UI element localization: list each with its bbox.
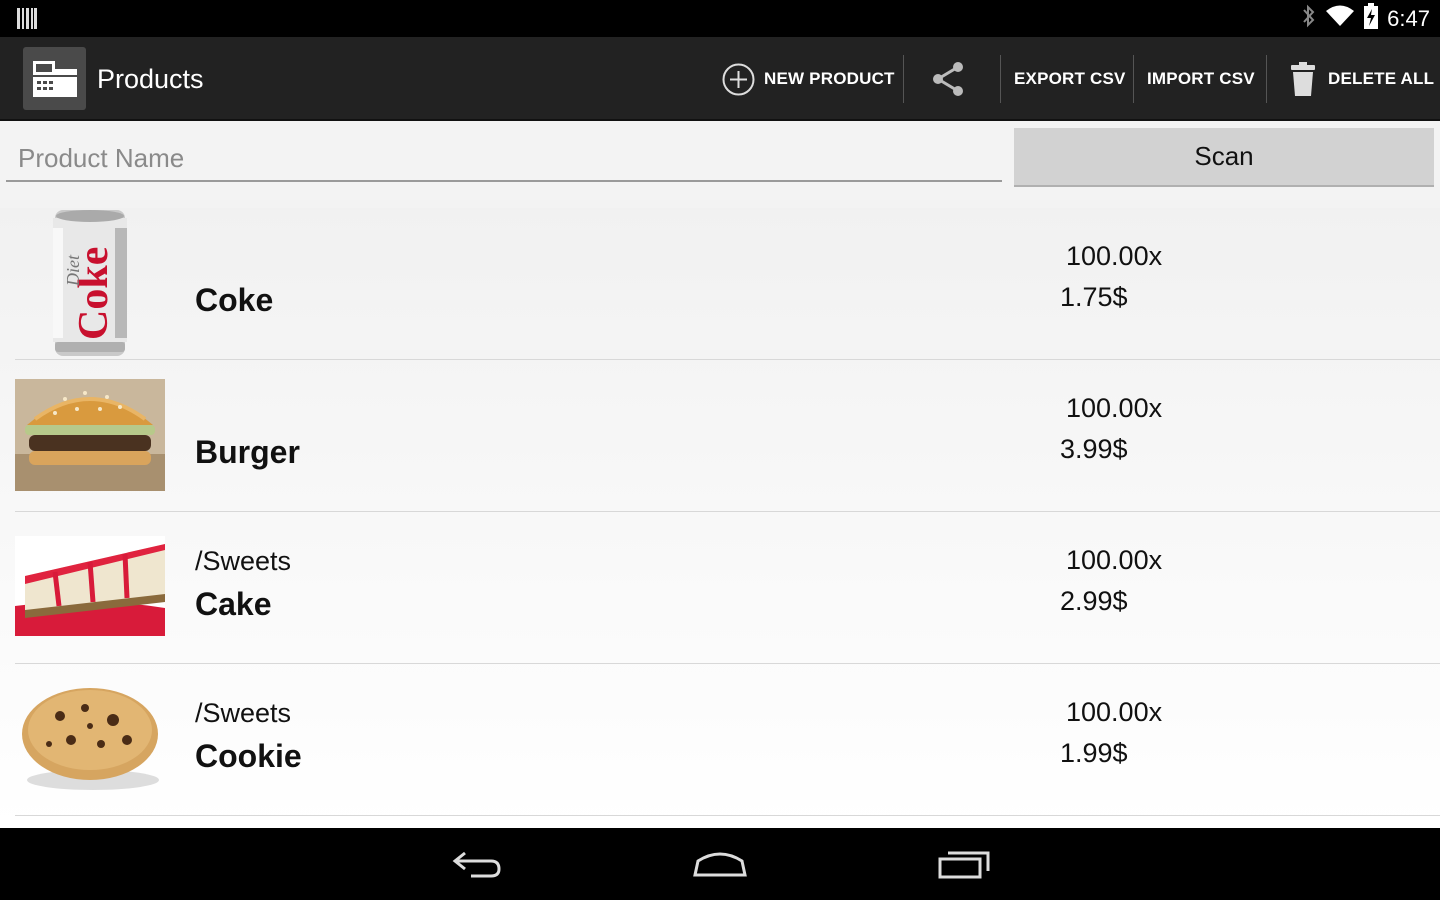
divider [1000,55,1001,103]
import-csv-label: IMPORT CSV [1147,69,1255,88]
action-bar: Products NEW PRODUCT EXPORT CSV IMPORT C… [0,37,1440,121]
product-price: 3.99$ [1060,434,1128,464]
new-product-button[interactable]: NEW PRODUCT [722,37,895,121]
product-quantity: 100.00x [1066,393,1163,423]
product-name: Cake [195,586,272,622]
product-row[interactable]: /Sweets Cookie 100.00x 1.99$ [15,664,1440,816]
trash-icon [1290,62,1316,96]
barcode-notification-icon [17,8,37,34]
delete-all-button[interactable]: DELETE ALL [1290,37,1434,121]
navigation-bar [0,828,1440,900]
product-row[interactable]: /Sweets Cake 100.00x 2.99$ [15,512,1440,664]
divider [1133,55,1134,103]
home-icon[interactable] [680,842,760,886]
bluetooth-icon [1301,4,1317,33]
product-quantity: 100.00x [1066,545,1163,575]
product-name-search-input[interactable] [6,136,1002,182]
divider [1266,55,1267,103]
product-image-coke: Coke Diet [15,208,165,358]
share-button[interactable] [930,37,966,121]
product-name: Cookie [195,738,302,774]
share-icon [930,61,966,97]
import-csv-button[interactable]: IMPORT CSV [1147,37,1255,121]
product-category: /Sweets [195,698,292,728]
scan-button[interactable]: Scan [1014,128,1434,187]
product-name: Burger [195,434,300,470]
back-icon[interactable] [437,842,517,886]
page-title: Products [97,64,204,94]
recent-apps-icon[interactable] [924,842,1004,886]
product-category: /Sweets [195,546,292,576]
diet-coke-logo-diet: Diet [63,254,83,287]
export-csv-label: EXPORT CSV [1014,69,1126,88]
new-product-label: NEW PRODUCT [764,69,895,88]
product-row[interactable]: Burger 100.00x 3.99$ [15,360,1440,512]
product-price: 2.99$ [1060,586,1128,616]
product-price: 1.75$ [1060,282,1128,312]
status-time: 6:47 [1387,5,1430,31]
status-bar: 6:47 [0,0,1440,37]
product-image-burger [15,379,165,491]
add-circle-icon [722,63,755,96]
product-image-cookie [15,684,165,794]
delete-all-label: DELETE ALL [1328,69,1435,88]
app-logo-icon[interactable] [23,47,86,110]
product-list[interactable]: Coke Diet Coke 100.00x 1.75$ Burger 100.… [0,208,1440,828]
product-image-cake [15,536,165,636]
product-row[interactable]: Coke Diet Coke 100.00x 1.75$ [15,208,1440,360]
battery-charging-icon [1363,3,1379,34]
export-csv-button[interactable]: EXPORT CSV [1014,37,1126,121]
product-price: 1.99$ [1060,738,1128,768]
divider [903,55,904,103]
product-quantity: 100.00x [1066,697,1163,727]
product-name: Coke [195,282,274,318]
product-quantity: 100.00x [1066,241,1163,271]
wifi-icon [1325,4,1355,33]
